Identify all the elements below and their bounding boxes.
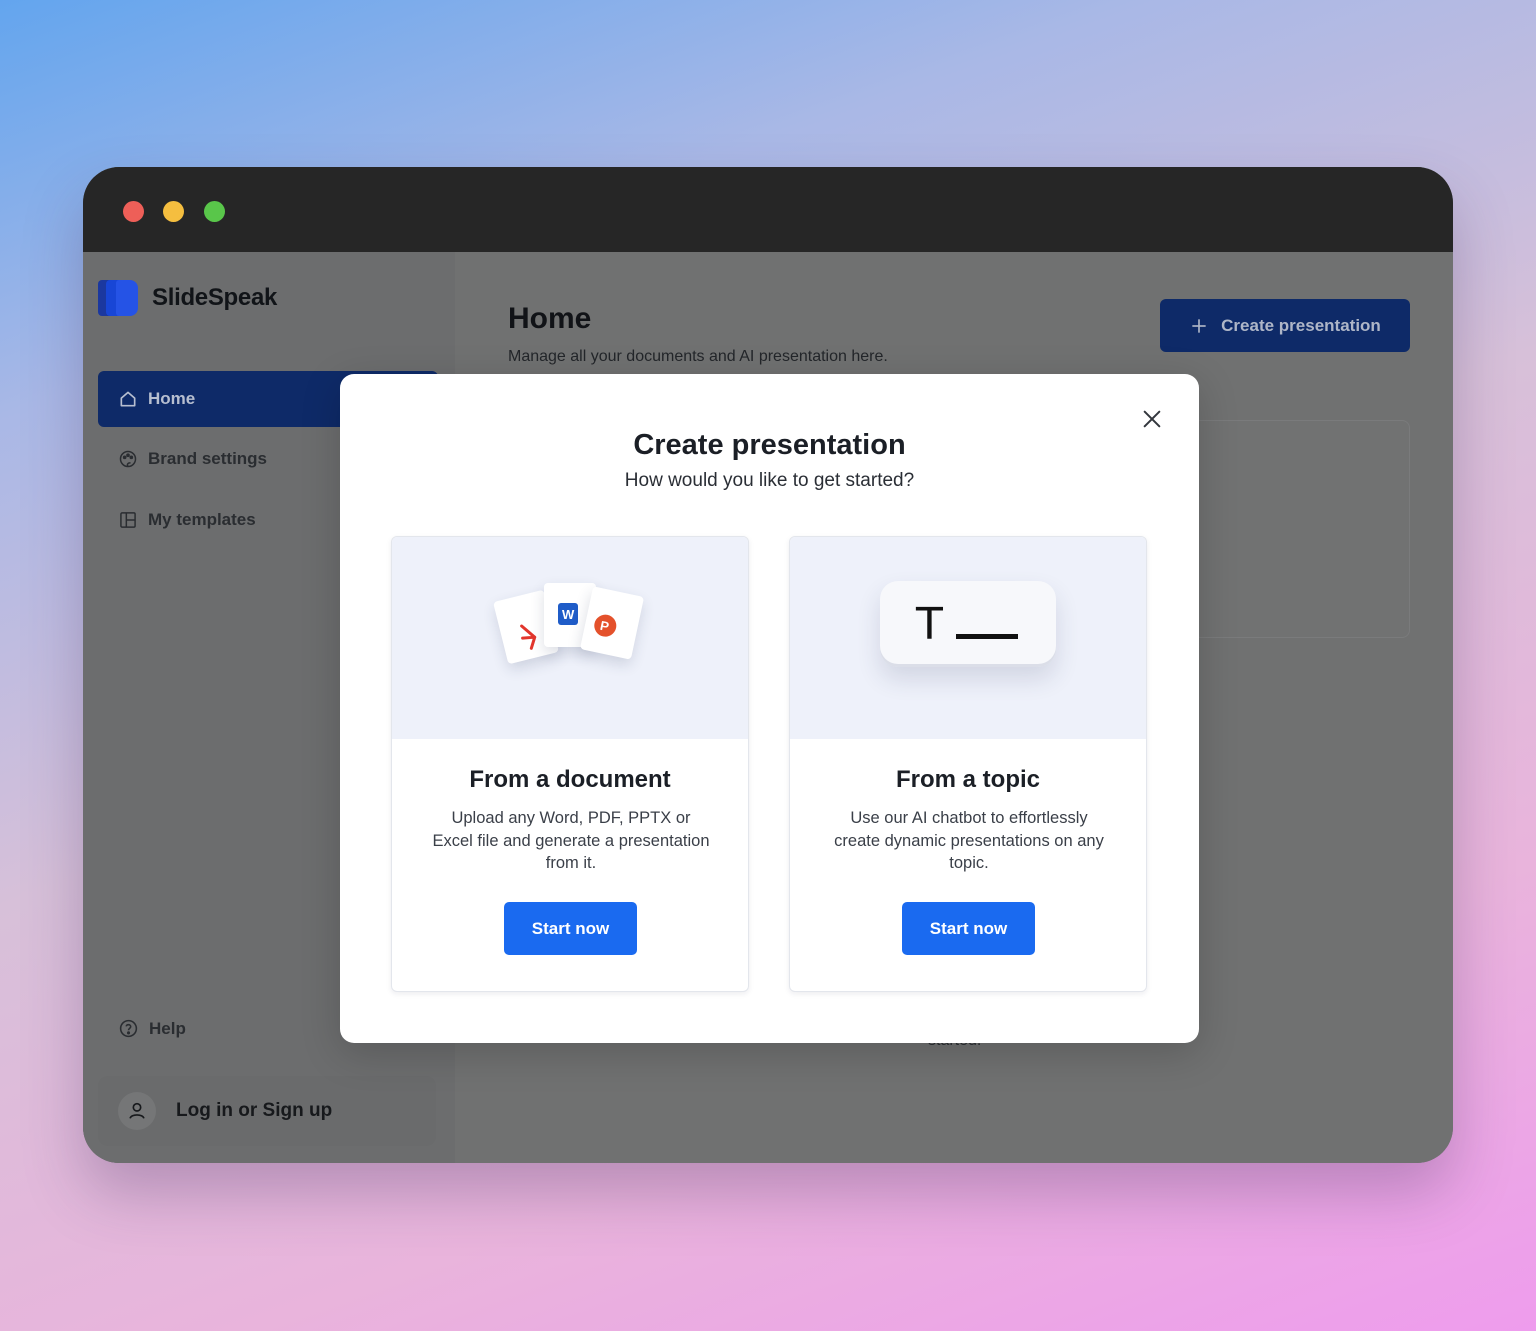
card-illustration: T: [790, 537, 1146, 739]
card-description: Use our AI chatbot to effortlessly creat…: [834, 809, 1104, 872]
sidebar-item-label: Home: [148, 389, 196, 408]
start-now-button[interactable]: Start now: [504, 902, 637, 955]
login-button[interactable]: Log in or Sign up: [98, 1076, 436, 1146]
create-presentation-button[interactable]: Create presentation: [1160, 299, 1410, 352]
from-document-card[interactable]: W P From a document Upload any Word, PDF…: [391, 536, 749, 992]
card-description: Upload any Word, PDF, PPTX or Excel file…: [432, 809, 710, 872]
start-now-button[interactable]: Start now: [902, 902, 1035, 955]
document-stack-icon: W P: [492, 581, 652, 691]
page-subtitle: Manage all your documents and AI present…: [508, 348, 888, 365]
background-panel: [1193, 420, 1410, 638]
palette-icon: [119, 450, 137, 468]
sidebar-item-label: Brand settings: [148, 449, 268, 468]
help-label: Help: [149, 1018, 186, 1038]
svg-text:W: W: [562, 607, 575, 622]
title-bar: [83, 167, 1453, 252]
login-label: Log in or Sign up: [176, 1100, 333, 1121]
help-link[interactable]: Help: [118, 1018, 186, 1039]
window-minimize-button[interactable]: [163, 201, 184, 222]
modal-subtitle: How would you like to get started?: [624, 470, 915, 491]
create-presentation-label: Create presentation: [1221, 315, 1381, 335]
from-topic-card[interactable]: T From a topic Use our AI chatbot to eff…: [789, 536, 1147, 992]
card-title: From a topic: [895, 766, 1040, 793]
templates-icon: [120, 512, 136, 528]
card-illustration: W P: [392, 537, 748, 739]
slidespeak-logo-icon: [98, 280, 138, 316]
brand-name: SlideSpeak: [152, 284, 278, 311]
window-close-button[interactable]: [123, 201, 144, 222]
help-icon: [119, 1019, 138, 1038]
home-icon: [120, 391, 136, 407]
create-presentation-modal: Create presentation How would you like t…: [340, 374, 1199, 1043]
page-title: Home: [508, 302, 592, 335]
user-icon: [118, 1092, 156, 1130]
brand[interactable]: SlideSpeak: [98, 280, 277, 316]
card-title: From a document: [469, 766, 671, 793]
text-key-icon: T: [880, 581, 1056, 667]
sidebar-item-label: My templates: [148, 510, 256, 529]
plus-icon: [1192, 318, 1206, 333]
modal-title: Create presentation: [633, 429, 906, 461]
window-maximize-button[interactable]: [204, 201, 225, 222]
